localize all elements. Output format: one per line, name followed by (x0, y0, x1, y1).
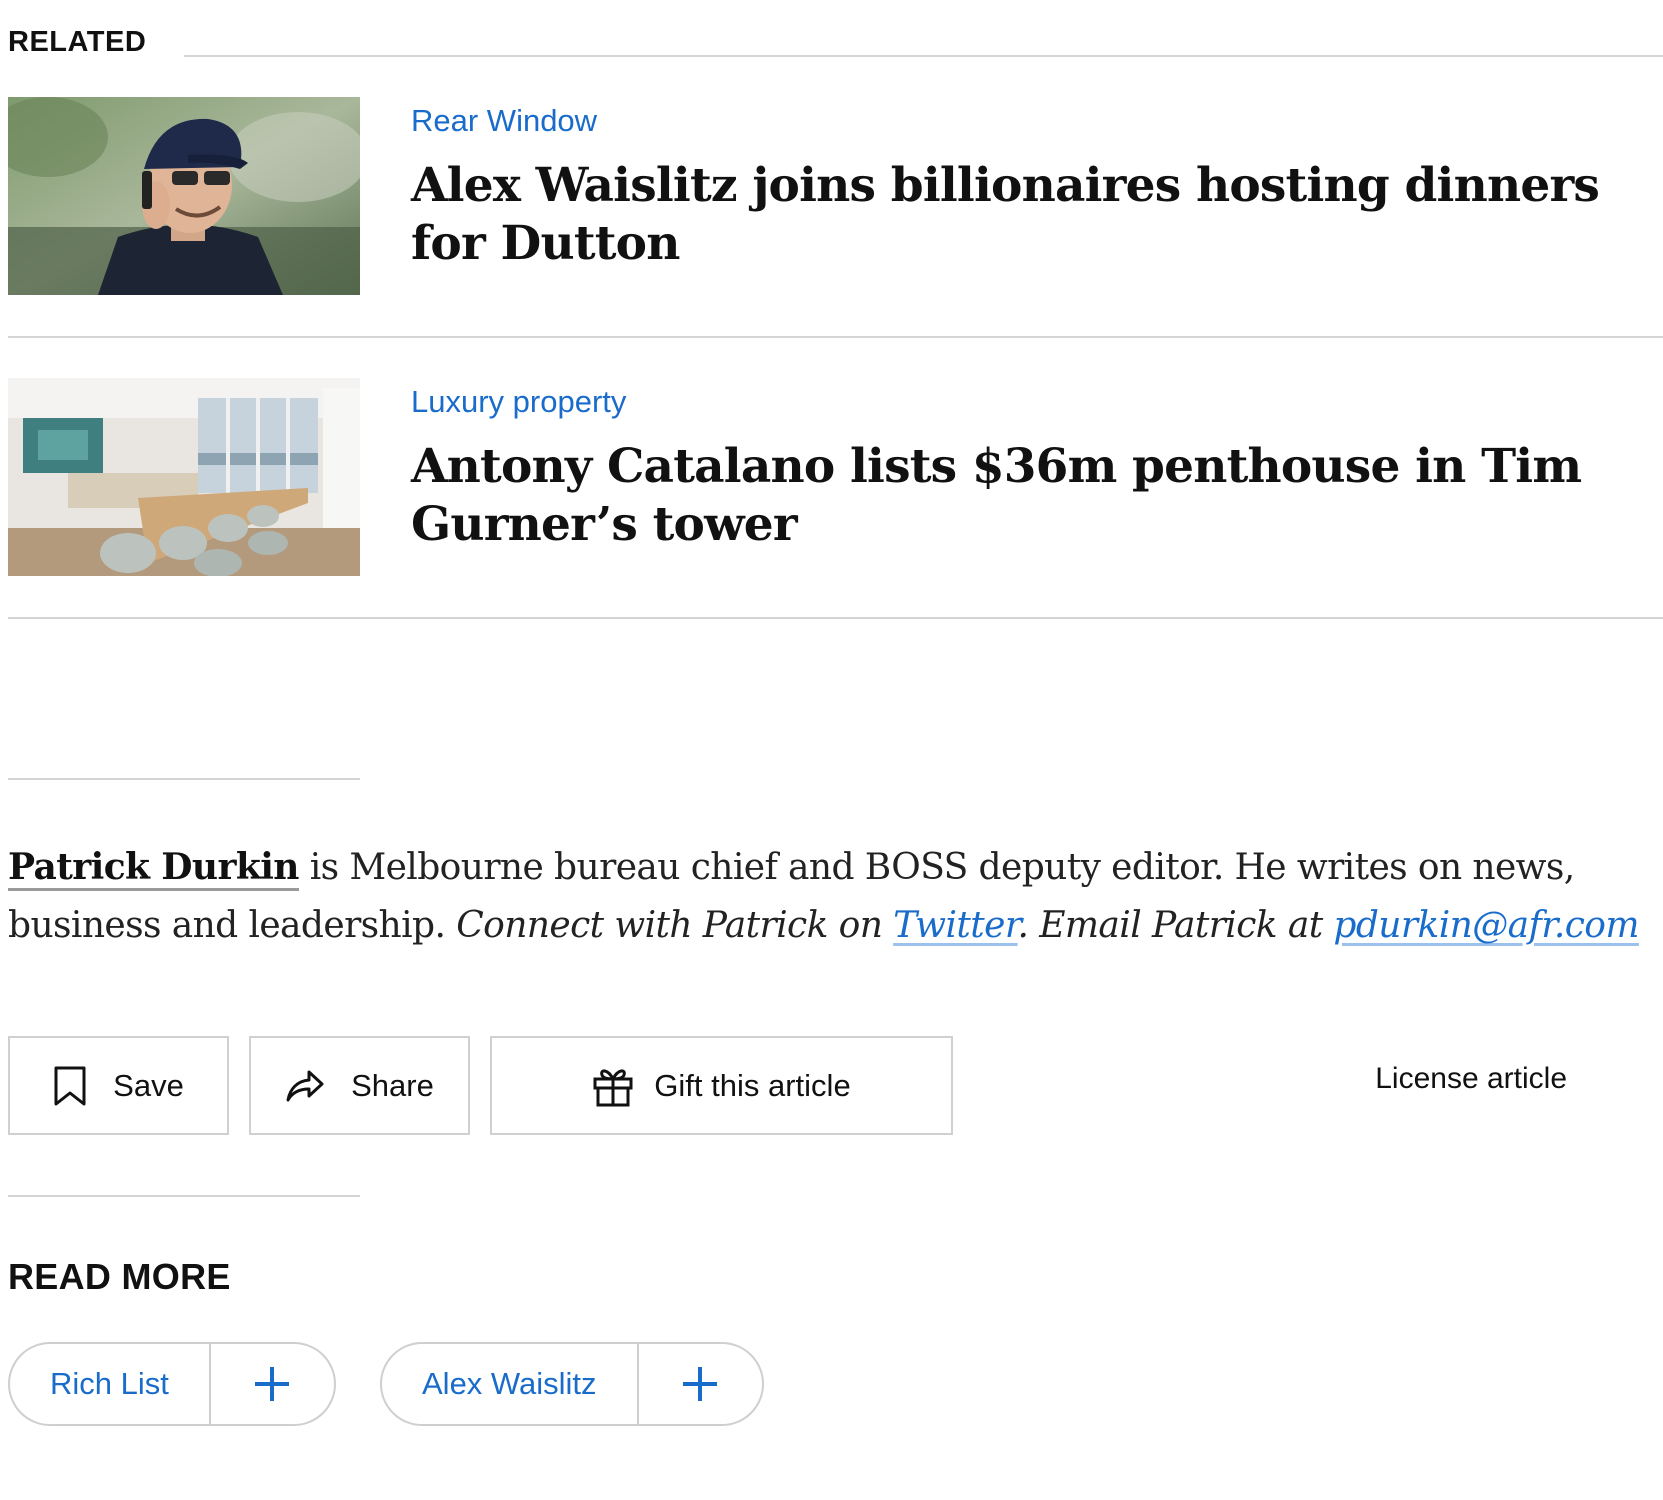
save-button[interactable]: Save (8, 1036, 229, 1135)
related-section-header: RELATED (8, 0, 1663, 70)
related-divider (8, 617, 1663, 619)
penthouse-interior-photo (8, 378, 360, 576)
gift-label: Gift this article (654, 1067, 851, 1103)
related-article-meta: Rear Window Alex Waislitz joins billiona… (411, 97, 1631, 273)
related-article-kicker[interactable]: Luxury property (411, 384, 626, 420)
topic-label[interactable]: Alex Waislitz (382, 1344, 637, 1424)
related-article-thumbnail[interactable] (8, 97, 360, 295)
read-more-title: READ MORE (8, 1256, 231, 1297)
man-on-phone-photo (8, 97, 360, 295)
read-more-separator (8, 1195, 360, 1197)
related-article-thumbnail[interactable] (8, 378, 360, 576)
author-name-link[interactable]: Patrick Durkin (8, 846, 299, 891)
related-title: RELATED (8, 26, 147, 58)
follow-topic-button[interactable] (211, 1344, 333, 1424)
bio-separator (8, 778, 360, 780)
related-article-meta: Luxury property Antony Catalano lists $3… (411, 378, 1631, 554)
bio-email-text: . Email Patrick at (1017, 905, 1334, 946)
related-article-card[interactable]: Luxury property Antony Catalano lists $3… (8, 378, 1663, 659)
email-link[interactable]: pdurkin@afr.com (1333, 905, 1639, 946)
gift-icon (592, 1065, 634, 1107)
follow-topic-button[interactable] (639, 1344, 761, 1424)
share-arrow-icon (285, 1069, 325, 1103)
gift-article-button[interactable]: Gift this article (490, 1036, 953, 1135)
twitter-link[interactable]: Twitter (893, 905, 1018, 946)
related-article-kicker[interactable]: Rear Window (411, 103, 597, 139)
author-bio: Patrick Durkin is Melbourne bureau chief… (8, 838, 1648, 955)
related-title-rule (184, 55, 1663, 57)
license-article-link[interactable]: License article (1375, 1062, 1567, 1096)
plus-icon (254, 1367, 289, 1401)
related-article-headline[interactable]: Antony Catalano lists $36m penthouse in … (411, 438, 1631, 554)
share-button[interactable]: Share (249, 1036, 470, 1135)
related-article-card[interactable]: Rear Window Alex Waislitz joins billiona… (8, 97, 1663, 378)
plus-icon (682, 1367, 717, 1401)
topic-pill-alex-waislitz: Alex Waislitz (380, 1342, 764, 1426)
topic-pill-rich-list: Rich List (8, 1342, 336, 1426)
related-divider (8, 336, 1663, 338)
save-label: Save (113, 1067, 184, 1103)
bio-connect-text: Connect with Patrick on (456, 905, 894, 946)
bookmark-icon (53, 1066, 87, 1106)
share-label: Share (351, 1067, 434, 1103)
related-article-headline[interactable]: Alex Waislitz joins billionaires hosting… (411, 157, 1631, 273)
topic-label[interactable]: Rich List (10, 1344, 209, 1424)
